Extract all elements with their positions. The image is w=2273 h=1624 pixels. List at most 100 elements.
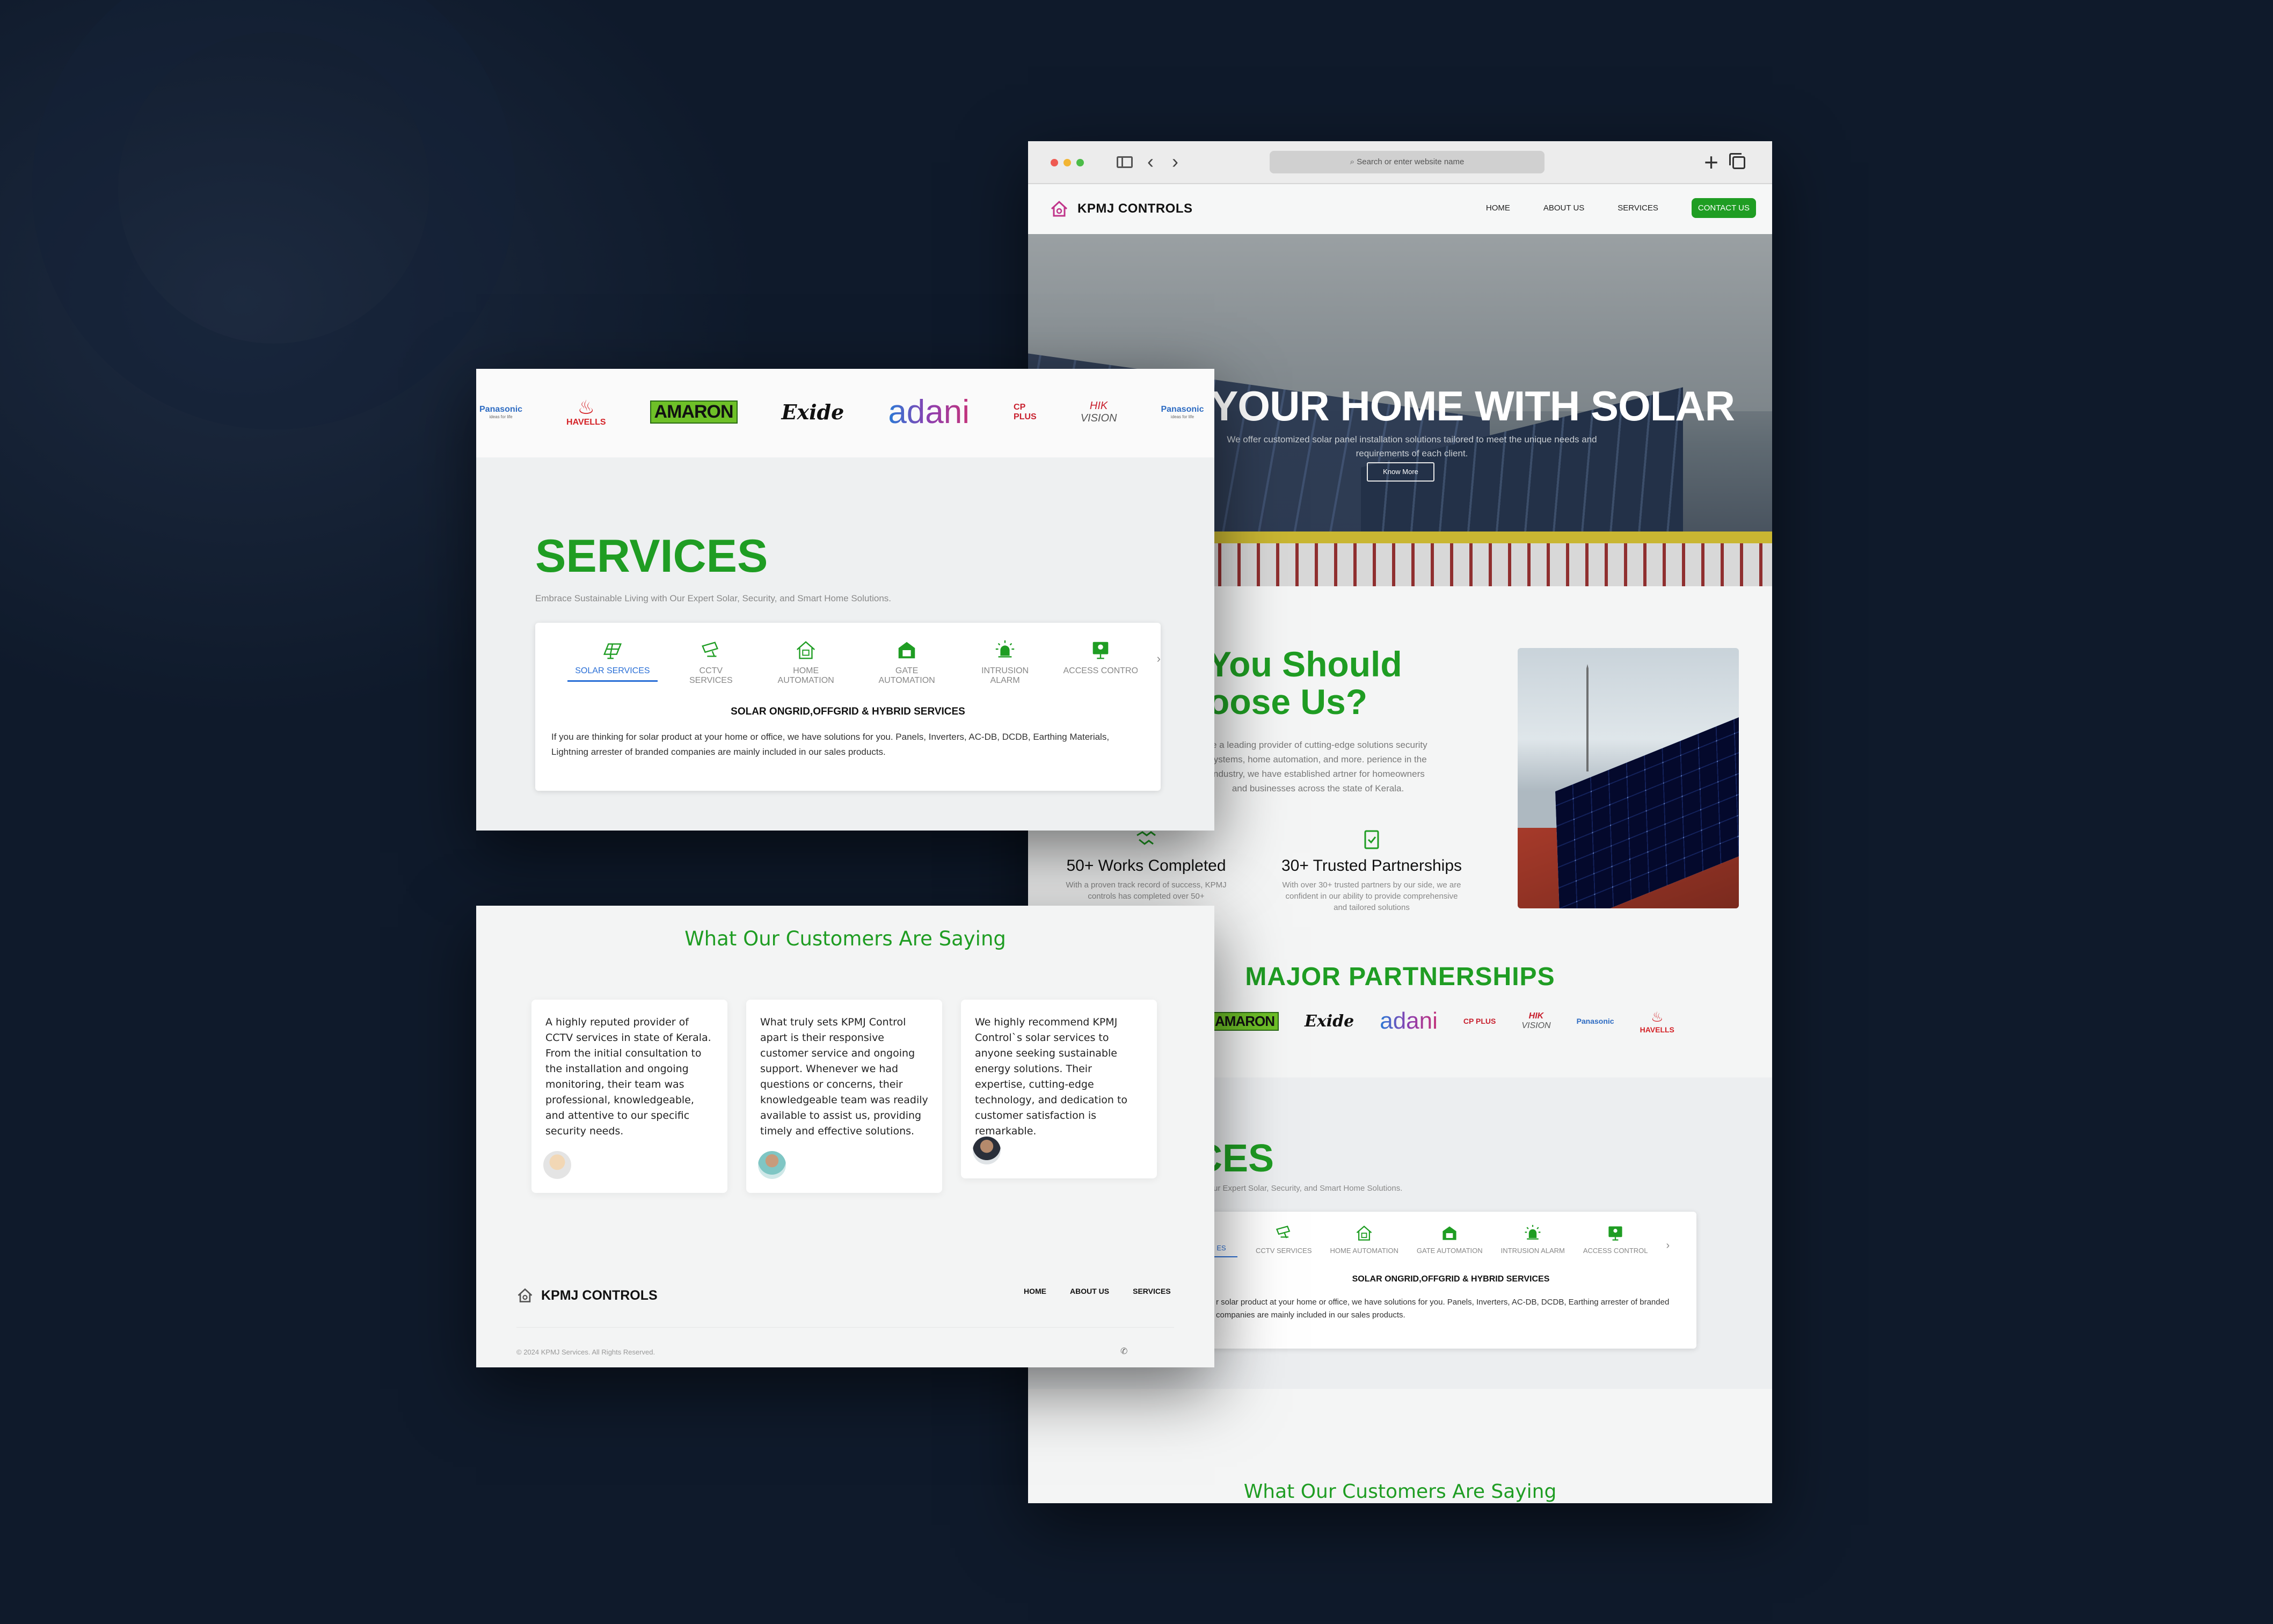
tabs-scroll-right-icon[interactable]: › <box>1157 652 1161 666</box>
stat-works-completed: 50+ Works Completed With a proven track … <box>1060 828 1232 902</box>
tab-home-automation-label: HOME AUTOMATION <box>1330 1247 1398 1255</box>
clipboard-check-icon <box>1360 828 1383 850</box>
cpplus-logo: CP PLUS <box>1463 1017 1496 1025</box>
footer-divider <box>516 1327 1174 1328</box>
brand-logo-row: Panasonic ideas for life ♨ HAVELLS AMARON … <box>479 393 1214 431</box>
tab-solar-services[interactable]: SOLAR SERVICES <box>567 639 658 682</box>
tab-home-automation[interactable]: HOME AUTOMATION <box>764 639 848 686</box>
tab-cctv-services[interactable]: CCTV SERVICES <box>677 639 745 686</box>
maximize-window-dot[interactable] <box>1076 159 1084 166</box>
tab-solar-label: ES <box>1216 1244 1226 1252</box>
havells-logo-text: HAVELLS <box>566 417 606 427</box>
site-logo[interactable]: KPMJ CONTROLS <box>1050 199 1193 219</box>
tab-cctv-services[interactable]: CCTV SERVICES <box>1256 1224 1312 1255</box>
solar-field-photo <box>1518 648 1739 908</box>
footer-nav-about-us[interactable]: ABOUT US <box>1070 1287 1109 1295</box>
panasonic-logo-2: Panasonic ideas for life <box>1161 405 1204 419</box>
sidebar-toggle-icon[interactable] <box>1117 156 1133 168</box>
tab-access-control-label: ACCESS CONTROL <box>1063 666 1138 675</box>
footer-copyright: © 2024 KPMJ Services. All Rights Reserve… <box>516 1348 655 1356</box>
testimonial-text-2: What truly sets KPMJ Control apart is th… <box>760 1016 928 1137</box>
service-body: r solar product at your home or office, … <box>1216 1298 1670 1320</box>
exide-logo: Exide <box>781 400 844 424</box>
footer-logo[interactable]: KPMJ CONTROLS <box>516 1287 658 1304</box>
tab-gate-automation[interactable]: GATE AUTOMATION <box>1417 1224 1483 1255</box>
contact-us-button[interactable]: CONTACT US <box>1691 198 1756 218</box>
stat-partners-title: 30+ Trusted Partnerships <box>1281 857 1462 875</box>
partner-logo-row: AMARON Exide adani CP PLUS HIK VISION Pan… <box>1211 1008 1674 1035</box>
minimize-window-dot[interactable] <box>1063 159 1071 166</box>
panasonic-logo: Panasonic ideas for life <box>479 405 522 419</box>
site-brand-name: KPMJ CONTROLS <box>1077 201 1193 216</box>
house-logo-icon <box>516 1287 534 1304</box>
nav-about-us[interactable]: ABOUT US <box>1543 203 1584 213</box>
brand-logos-strip: Panasonic ideas for life ♨ HAVELLS AMARON … <box>476 369 1214 457</box>
tabs-scroll-right-icon[interactable]: › <box>1666 1240 1670 1252</box>
main-nav: HOME ABOUT US SERVICES CONTACT US <box>1486 198 1756 218</box>
amaron-logo: AMARON <box>650 400 738 424</box>
havells-logo: ♨ HAVELLS <box>566 397 606 427</box>
nav-services[interactable]: SERVICES <box>1618 203 1658 213</box>
testimonials-title: What Our Customers Are Saying <box>684 927 1006 950</box>
why-heading-line2: oose Us? <box>1208 682 1368 722</box>
service-heading: SOLAR ONGRID,OFFGRID & HYBRID SERVICES <box>731 706 965 717</box>
tab-intrusion-alarm[interactable]: INTRUSION ALARM <box>966 639 1044 686</box>
testimonials-screenshot-card: What Our Customers Are Saying A highly r… <box>476 906 1214 1367</box>
footer-nav-home[interactable]: HOME <box>1024 1287 1046 1295</box>
services-tabs: SOLAR SERVICES CCTV SERVICES HOME AUTOMA… <box>535 623 1161 686</box>
hikvision-logo-b: VISION <box>1521 1021 1551 1030</box>
power-tower-shape <box>1561 664 1614 771</box>
footer-nav-services[interactable]: SERVICES <box>1133 1287 1171 1295</box>
solar-panel-icon <box>567 639 658 664</box>
stat-works-title: 50+ Works Completed <box>1066 857 1226 875</box>
testimonial-card-3: We highly recommend KPMJ Control`s solar… <box>961 1000 1157 1178</box>
close-window-dot[interactable] <box>1051 159 1058 166</box>
exide-logo: Exide <box>1305 1011 1354 1031</box>
tab-home-automation[interactable]: HOME AUTOMATION <box>1330 1224 1398 1255</box>
tab-access-control[interactable]: ACCESS CONTROL <box>1583 1224 1648 1255</box>
back-arrow-icon[interactable]: ‹ <box>1147 152 1154 171</box>
tab-solar-label: SOLAR SERVICES <box>575 666 650 675</box>
nav-home[interactable]: HOME <box>1486 203 1510 213</box>
tab-cctv-label: CCTV SERVICES <box>689 666 733 685</box>
hikvision-logo-b: VISION <box>1080 412 1117 424</box>
browser-toolbar: ‹ › ⌕ Search or enter website name + <box>1028 141 1772 184</box>
tab-overview-icon[interactable] <box>1729 153 1745 169</box>
why-description: re a leading provider of cutting-edge so… <box>1208 740 1427 793</box>
access-control-icon <box>1063 639 1137 664</box>
havells-mark-icon: ♨ <box>1651 1008 1664 1025</box>
services-tagline: Embrace Sustainable Living with Our Expe… <box>535 593 891 603</box>
address-bar[interactable]: ⌕ Search or enter website name <box>1270 151 1545 173</box>
tab-cctv-label: CCTV SERVICES <box>1256 1247 1312 1255</box>
tab-intrusion-alarm[interactable]: INTRUSION ALARM <box>1501 1224 1565 1255</box>
know-more-button[interactable]: Know More <box>1367 462 1434 482</box>
panasonic-logo: Panasonic <box>1576 1017 1614 1025</box>
smart-home-icon <box>764 639 848 664</box>
service-heading: SOLAR ONGRID,OFFGRID & HYBRID SERVICES <box>1352 1275 1550 1284</box>
tab-access-control[interactable]: ACCESS CONTROL <box>1063 639 1138 676</box>
tab-access-control-label: ACCESS CONTROL <box>1583 1247 1648 1255</box>
hikvision-logo: HIK VISION <box>1081 400 1117 425</box>
cctv-camera-icon <box>1256 1224 1312 1244</box>
adani-logo: adani <box>888 394 970 431</box>
house-logo-icon <box>1050 199 1069 219</box>
panasonic-logo-tag: ideas for life <box>489 414 513 419</box>
forward-arrow-icon[interactable]: › <box>1172 152 1178 171</box>
site-header: KPMJ CONTROLS HOME ABOUT US SERVICES CON… <box>1028 184 1772 234</box>
hikvision-logo-a: HIK <box>1528 1011 1544 1021</box>
smart-home-icon <box>1330 1224 1398 1244</box>
handshake-icon <box>1135 828 1157 850</box>
services-card: ES CCTV SERVICES HOME AUTOMATION GATE AU… <box>1205 1212 1696 1349</box>
hikvision-logo-a: HIK <box>1089 399 1108 412</box>
panasonic-logo-2-text: Panasonic <box>1161 405 1204 414</box>
adani-logo: adani <box>1380 1008 1438 1034</box>
service-body: If you are thinking for solar product at… <box>551 732 1110 757</box>
stat-works-text: With a proven track record of success, K… <box>1066 880 1227 901</box>
tab-intrusion-alarm-label: INTRUSION ALARM <box>1500 1247 1565 1255</box>
new-tab-icon[interactable]: + <box>1704 150 1718 174</box>
tab-gate-automation[interactable]: GATE AUTOMATION <box>867 639 947 686</box>
phone-icon[interactable]: ✆ <box>1120 1346 1127 1357</box>
avatar-3 <box>973 1137 1001 1164</box>
hikvision-logo: HIK VISION <box>1521 1011 1550 1031</box>
services-card: SOLAR SERVICES CCTV SERVICES HOME AUTOMA… <box>535 623 1161 791</box>
